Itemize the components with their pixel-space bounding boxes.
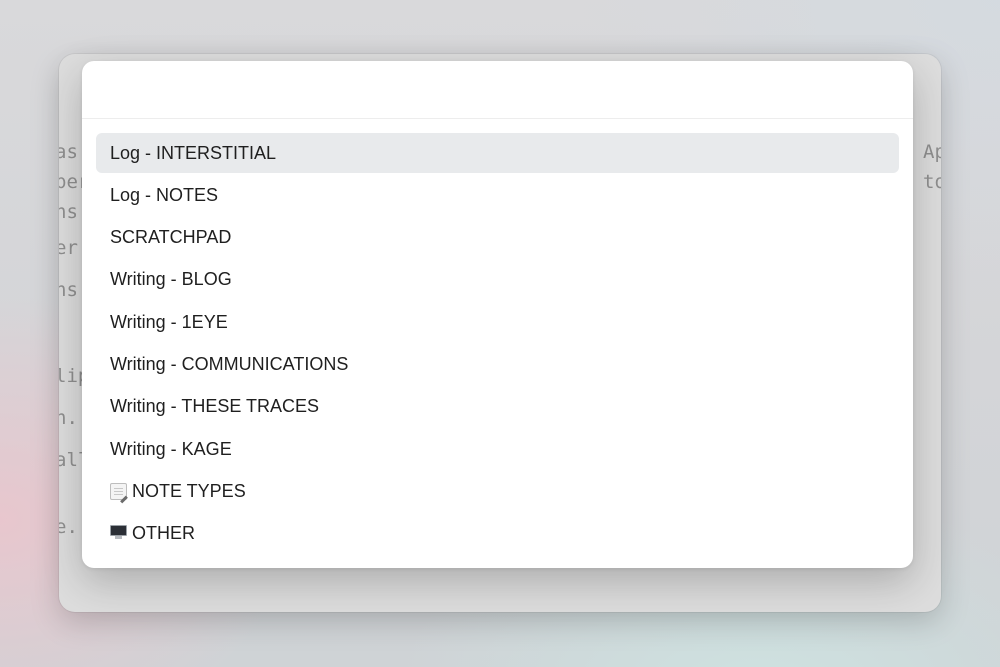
result-item-label: SCRATCHPAD [110, 227, 232, 248]
background-text-line: as [59, 141, 78, 163]
background-text-line: e. [59, 516, 78, 538]
desktop-computer-icon [110, 525, 127, 540]
result-item-writing-kage[interactable]: Writing - KAGE [96, 429, 899, 469]
result-item-log-interstitial[interactable]: Log - INTERSTITIAL [96, 133, 899, 173]
result-item-label: Writing - THESE TRACES [110, 396, 320, 417]
result-item-label: Writing - BLOG [110, 269, 232, 290]
search-bar [82, 61, 913, 119]
result-item-label: Log - INTERSTITIAL [110, 142, 277, 163]
result-item-writing-blog[interactable]: Writing - BLOG [96, 260, 899, 300]
background-text-line: er [59, 237, 78, 259]
quick-switcher-palette: Log - INTERSTITIAL Log - NOTES SCRATCHPA… [82, 61, 913, 568]
result-item-label: NOTE TYPES [132, 480, 246, 501]
result-item-label: Writing - KAGE [110, 438, 232, 459]
result-item-writing-these-traces[interactable]: Writing - THESE TRACES [96, 387, 899, 427]
background-text-line: to [923, 171, 941, 193]
result-item-writing-communications[interactable]: Writing - COMMUNICATIONS [96, 344, 899, 384]
result-item-label: Writing - COMMUNICATIONS [110, 353, 349, 374]
result-item-writing-1eye[interactable]: Writing - 1EYE [96, 302, 899, 342]
result-item-scratchpad[interactable]: SCRATCHPAD [96, 218, 899, 258]
memo-icon [110, 482, 127, 500]
result-item-note-types[interactable]: NOTE TYPES [96, 471, 899, 511]
background-text-line: Ap [923, 141, 941, 163]
result-item-other[interactable]: OTHER [96, 514, 899, 554]
search-input[interactable] [110, 73, 884, 109]
result-item-label: OTHER [132, 523, 195, 544]
result-item-label: Writing - 1EYE [110, 311, 228, 332]
result-item-log-notes[interactable]: Log - NOTES [96, 175, 899, 215]
background-text-line: ns [59, 279, 78, 301]
results-list: Log - INTERSTITIAL Log - NOTES SCRATCHPA… [96, 133, 899, 556]
result-item-label: Log - NOTES [110, 184, 219, 205]
background-text-line: ns [59, 201, 78, 223]
background-text-line: n. [59, 407, 78, 429]
